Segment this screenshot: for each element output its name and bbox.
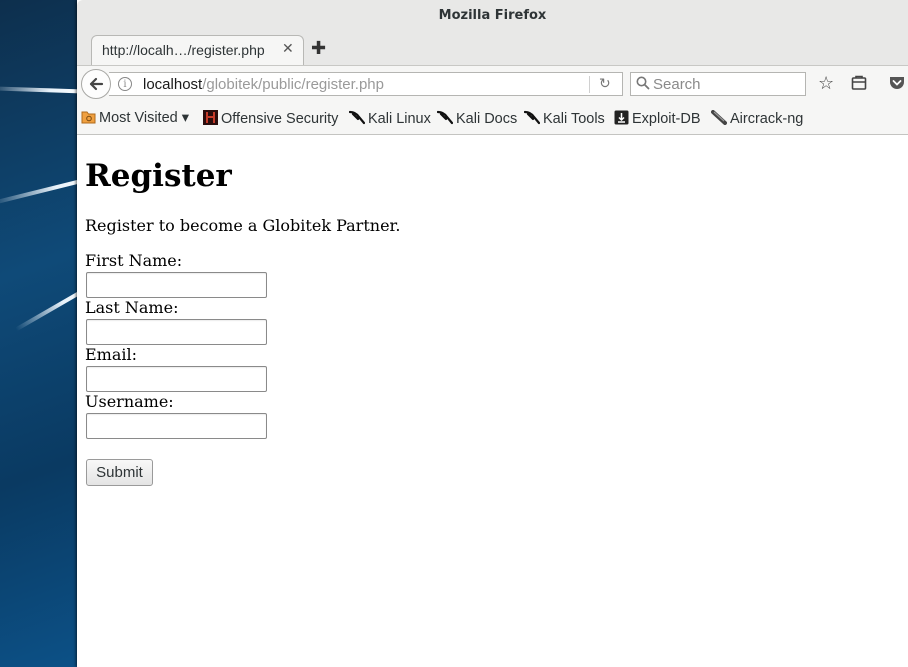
page-content: Register Register to become a Globitek P…: [77, 136, 908, 667]
username-label: Username:: [85, 392, 174, 411]
tab-label: http://localh…/register.php: [102, 42, 265, 58]
tab-strip: http://localh…/register.php ✕ ✚: [77, 33, 908, 66]
kali-dragon-icon: [349, 110, 365, 125]
bookmarks-toolbar: Most Visited ▾ Offensive Security Kali L…: [77, 102, 908, 135]
offensive-security-icon: [203, 110, 218, 125]
browser-window: Mozilla Firefox http://localh…/register.…: [77, 0, 908, 667]
first-name-field[interactable]: [86, 272, 267, 298]
navigation-toolbar: i localhost/globitek/public/register.php…: [77, 65, 908, 102]
bookmark-kali-linux[interactable]: Kali Linux: [349, 110, 431, 127]
aircrack-icon: [711, 110, 727, 125]
back-arrow-icon: [89, 77, 104, 91]
url-host: localhost: [143, 76, 203, 93]
bookmark-exploit-db[interactable]: Exploit-DB: [614, 110, 701, 127]
email-field[interactable]: [86, 366, 267, 392]
first-name-label: First Name:: [85, 251, 183, 270]
last-name-label: Last Name:: [85, 298, 179, 317]
close-tab-icon[interactable]: ✕: [282, 41, 294, 57]
pocket-icon[interactable]: [888, 75, 906, 91]
username-field[interactable]: [86, 413, 267, 439]
title-bar: Mozilla Firefox: [77, 0, 908, 33]
library-icon[interactable]: [851, 75, 867, 91]
tab-register[interactable]: http://localh…/register.php ✕: [91, 35, 304, 66]
reload-icon[interactable]: ↻: [599, 76, 611, 92]
bookmark-star-icon[interactable]: ☆: [818, 73, 834, 94]
search-icon: [636, 76, 650, 90]
last-name-field[interactable]: [86, 319, 267, 345]
submit-button[interactable]: Submit: [86, 459, 153, 486]
kali-dragon-icon: [437, 110, 453, 125]
url-bar[interactable]: i localhost/globitek/public/register.php…: [109, 72, 623, 96]
page-title: Register: [85, 158, 232, 194]
exploit-db-icon: [614, 110, 629, 125]
site-info-icon[interactable]: i: [118, 77, 132, 91]
intro-text: Register to become a Globitek Partner.: [85, 216, 401, 235]
folder-icon: [81, 111, 96, 124]
bookmark-kali-docs[interactable]: Kali Docs: [437, 110, 517, 127]
back-button[interactable]: [81, 69, 111, 99]
new-tab-icon[interactable]: ✚: [311, 38, 326, 59]
url-path: /globitek/public/register.php: [202, 76, 384, 93]
search-input[interactable]: [653, 74, 801, 94]
bookmark-kali-tools[interactable]: Kali Tools: [524, 110, 605, 127]
bookmark-aircrack-ng[interactable]: Aircrack-ng: [711, 110, 803, 127]
kali-dragon-icon: [524, 110, 540, 125]
window-title: Mozilla Firefox: [438, 8, 547, 23]
bookmark-offensive-security[interactable]: Offensive Security: [203, 110, 338, 127]
bookmark-most-visited[interactable]: Most Visited ▾: [81, 110, 189, 126]
desktop-wallpaper: [0, 0, 80, 667]
url-separator: [589, 76, 590, 93]
email-label: Email:: [85, 345, 138, 364]
search-bar[interactable]: [630, 72, 806, 96]
url-text: localhost/globitek/public/register.php: [143, 76, 384, 93]
